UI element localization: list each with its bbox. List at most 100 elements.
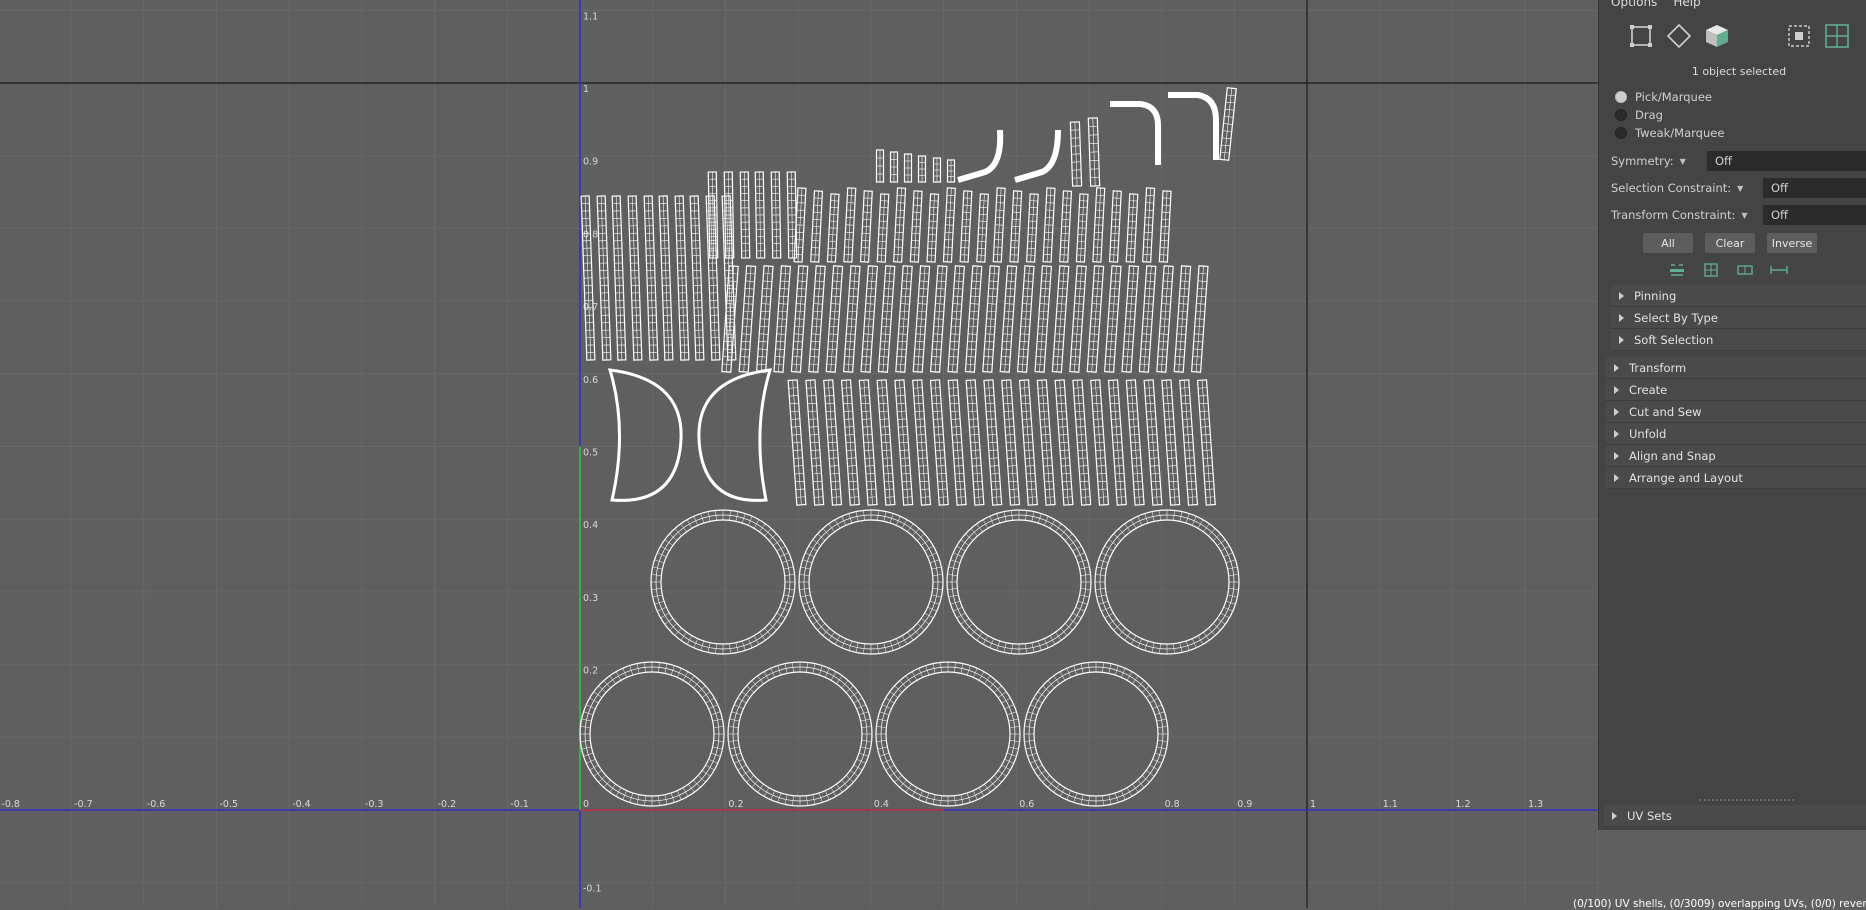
section-pinning[interactable]: Pinning xyxy=(1611,285,1866,307)
expand-triangle-icon[interactable] xyxy=(1619,292,1624,300)
radio-dot[interactable] xyxy=(1615,127,1627,139)
radio-tweak-marquee[interactable]: Tweak/Marquee xyxy=(1615,126,1724,140)
strip-edge xyxy=(1072,341,1081,342)
all-button[interactable]: All xyxy=(1643,233,1693,253)
ring-edge xyxy=(973,668,977,677)
strip-edge xyxy=(1142,334,1151,335)
selection-buttons: All Clear Inverse xyxy=(1643,233,1817,253)
selection-constraint-dropdown[interactable]: Off xyxy=(1763,178,1866,198)
transform-constraint-dropdown[interactable]: Off xyxy=(1763,205,1866,225)
ring-edge xyxy=(805,607,814,611)
uv-shell-strip xyxy=(919,156,926,182)
dropdown-arrow-icon[interactable]: ▼ xyxy=(1680,157,1686,166)
expand-triangle-icon[interactable] xyxy=(1614,408,1619,416)
uv-snapshot-icon[interactable] xyxy=(1785,22,1813,50)
strip-edge xyxy=(914,395,923,396)
strip-edge xyxy=(1092,403,1101,404)
expand-triangle-icon[interactable] xyxy=(1614,474,1619,482)
strip-edge xyxy=(1184,434,1193,435)
section-align-and-snap[interactable]: Align and Snap xyxy=(1606,445,1866,467)
strip-edge xyxy=(1075,296,1084,297)
strip-edge xyxy=(1022,419,1031,420)
strip-edge xyxy=(1058,419,1067,420)
strip-edge xyxy=(902,481,911,482)
expand-triangle-icon[interactable] xyxy=(1614,386,1619,394)
ring-inner xyxy=(957,520,1081,644)
resize-handle[interactable] xyxy=(1699,799,1794,801)
radio-pick-marquee[interactable]: Pick/Marquee xyxy=(1615,90,1712,104)
strip-edge xyxy=(932,349,941,350)
ring-edge xyxy=(773,540,781,546)
symmetry-dropdown[interactable]: Off xyxy=(1707,151,1866,171)
grow-selection-icon[interactable] xyxy=(1735,262,1755,278)
ring-mid xyxy=(952,515,1086,649)
dropdown-arrow-icon[interactable]: ▼ xyxy=(1737,184,1743,193)
x-tick-label: 1.2 xyxy=(1455,799,1470,810)
radio-dot[interactable] xyxy=(1615,109,1627,121)
select-shell-border-icon[interactable] xyxy=(1701,262,1721,278)
expand-triangle-icon[interactable] xyxy=(1619,314,1624,322)
uv-shell-icon[interactable] xyxy=(1665,22,1693,50)
menu-help[interactable]: Help xyxy=(1673,0,1700,9)
symmetry-row: Symmetry: ▼ Off xyxy=(1611,151,1866,171)
expand-triangle-icon[interactable] xyxy=(1612,812,1617,820)
clear-button[interactable]: Clear xyxy=(1705,233,1755,253)
section-select-by-type[interactable]: Select By Type xyxy=(1611,307,1866,329)
strip-edge xyxy=(973,481,982,482)
ring-edge xyxy=(1067,668,1071,677)
section-create[interactable]: Create xyxy=(1606,379,1866,401)
strip-edge xyxy=(1182,419,1191,420)
strip-edge xyxy=(846,341,855,342)
strip-edge xyxy=(932,356,941,357)
strip-edge xyxy=(1054,349,1063,350)
section-cut-and-sew[interactable]: Cut and Sew xyxy=(1606,401,1866,423)
radio-drag[interactable]: Drag xyxy=(1615,108,1663,122)
strip-edge xyxy=(880,419,889,420)
expand-triangle-icon[interactable] xyxy=(1614,364,1619,372)
strip-edge xyxy=(1023,296,1032,297)
inverse-button[interactable]: Inverse xyxy=(1767,233,1817,253)
section-transform[interactable]: Transform xyxy=(1606,357,1866,379)
uv-grid-icon[interactable] xyxy=(1823,22,1851,50)
dropdown-arrow-icon[interactable]: ▼ xyxy=(1741,211,1747,220)
uv-shell-strip xyxy=(1027,194,1039,262)
shrink-selection-icon[interactable] xyxy=(1769,262,1789,278)
strip-edge xyxy=(970,304,979,305)
uv-cube-icon[interactable] xyxy=(1703,22,1731,50)
transform-constraint-label: Transform Constraint: xyxy=(1611,208,1735,222)
expand-triangle-icon[interactable] xyxy=(1619,336,1624,344)
uv-shell-strip xyxy=(1126,380,1144,505)
ring-edge xyxy=(694,639,698,648)
ring-edge xyxy=(1138,516,1142,525)
expand-triangle-icon[interactable] xyxy=(1614,430,1619,438)
x-tick-label: -0.1 xyxy=(510,799,529,810)
expand-triangle-icon[interactable] xyxy=(1614,452,1619,460)
ring-edge xyxy=(882,705,891,709)
section-uv-sets[interactable]: UV Sets xyxy=(1604,805,1866,827)
strip-edge xyxy=(882,450,891,451)
strip-edge xyxy=(1006,288,1015,289)
strip-edge xyxy=(1003,326,1012,327)
uv-shell-strip xyxy=(659,196,673,360)
strip-edge xyxy=(1161,311,1170,312)
radio-dot[interactable] xyxy=(1615,91,1627,103)
select-border-icon[interactable] xyxy=(1667,262,1687,278)
section-label: Arrange and Layout xyxy=(1629,471,1743,485)
ring-edge xyxy=(1138,639,1142,648)
section-unfold[interactable]: Unfold xyxy=(1606,423,1866,445)
strip-edge xyxy=(1072,334,1081,335)
ring-edge xyxy=(1044,639,1048,648)
y-tick-label: 0.2 xyxy=(583,666,598,677)
section-arrange-and-layout[interactable]: Arrange and Layout xyxy=(1606,467,1866,489)
menu-options[interactable]: Options xyxy=(1611,0,1657,9)
section-soft-selection[interactable]: Soft Selection xyxy=(1611,329,1866,351)
uv-select-icon[interactable] xyxy=(1627,22,1655,50)
uv-canvas[interactable]: -0.8-0.7-0.6-0.5-0.4-0.3-0.2-0.100.20.40… xyxy=(0,0,1600,908)
strip-edge xyxy=(1157,364,1166,365)
uv-editor-viewport[interactable]: -0.8-0.7-0.6-0.5-0.4-0.3-0.2-0.100.20.40… xyxy=(0,0,1600,908)
strip-edge xyxy=(1164,411,1173,412)
uv-shell-strip xyxy=(895,380,913,505)
ring-edge xyxy=(1203,524,1209,532)
strip-edge xyxy=(1133,473,1142,474)
uv-toolkit-panel: Options Help 1 object selected Pick/Marq… xyxy=(1598,0,1866,830)
